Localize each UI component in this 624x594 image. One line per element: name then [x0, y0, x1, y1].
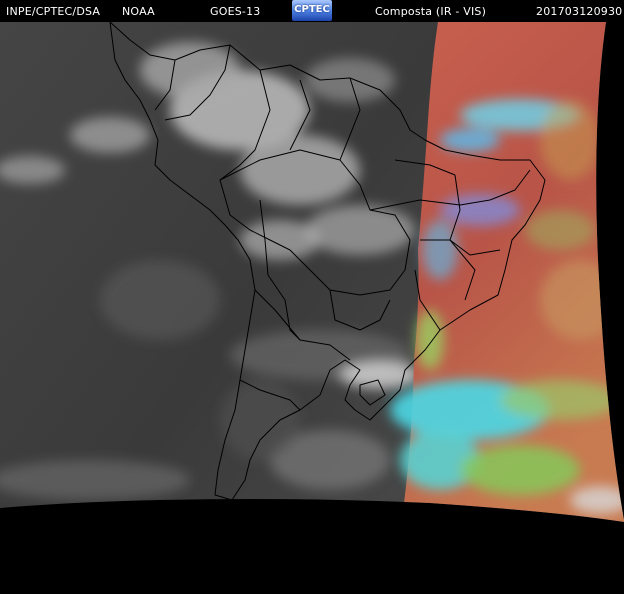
product-label: Composta (IR - VIS) [375, 5, 487, 18]
logo-text: CPTEC [294, 4, 330, 15]
satellite-label: GOES-13 [210, 5, 261, 18]
agency-label: NOAA [122, 5, 155, 18]
timestamp-label: 201703120930 [536, 5, 623, 18]
cptec-logo: CPTEC [292, 0, 332, 21]
earth-disc [0, 22, 624, 522]
org-label: INPE/CPTEC/DSA [6, 5, 101, 18]
satellite-image [0, 22, 624, 522]
image-header: INPE/CPTEC/DSA NOAA GOES-13 CPTEC Compos… [0, 0, 624, 22]
